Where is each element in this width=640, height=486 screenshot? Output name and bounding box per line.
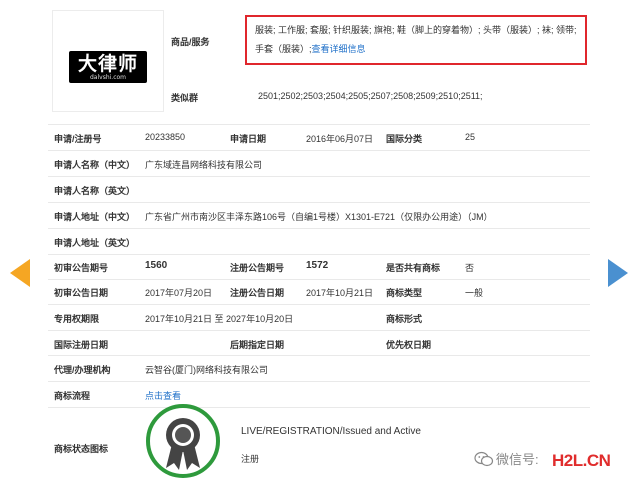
goods-label: 商品/服务 (171, 37, 210, 47)
agent-label: 代理/办理机构 (54, 365, 111, 375)
reg-pub-no-label: 注册公告期号 (230, 263, 285, 273)
intl-class-value: 25 (465, 132, 476, 142)
goods-services-box: 服装; 工作服; 套服; 针织服装; 旗袍; 鞋（脚上的穿着物）; 头带（服装）… (245, 15, 587, 65)
logo-main-text: 大律师 (77, 52, 138, 75)
next-arrow-icon[interactable] (608, 259, 628, 287)
divider (48, 150, 590, 151)
divider (48, 407, 590, 408)
divider (48, 124, 590, 125)
status-ring (146, 404, 220, 478)
divider (48, 330, 590, 331)
later-date-label: 后期指定日期 (230, 340, 285, 350)
app-date-label: 申请日期 (230, 134, 267, 144)
divider (48, 279, 590, 280)
logo-mark: 大律师 dalvshi.com (69, 51, 147, 83)
divider (48, 176, 590, 177)
status-text: LIVE/REGISTRATION/Issued and Active (241, 426, 421, 437)
shared-label: 是否共有商标 (386, 263, 441, 273)
reg-no-label: 申请/注册号 (54, 134, 102, 144)
status-icon-label: 商标状态图标 (54, 444, 109, 454)
divider (48, 228, 590, 229)
wechat-icon (474, 451, 494, 467)
reg-pub-date-label: 注册公告日期 (230, 288, 285, 298)
reg-no-value: 20233850 (145, 132, 186, 142)
prelim-no-value: 1560 (145, 260, 168, 271)
app-date-value: 2016年06月07日 (306, 134, 374, 144)
divider (48, 381, 590, 382)
tm-type-label: 商标类型 (386, 288, 423, 298)
watermark-text: 微信号: (496, 452, 539, 467)
divider (48, 355, 590, 356)
divider (48, 304, 590, 305)
status-sub-text: 注册 (241, 454, 260, 464)
tm-type-value: 一般 (465, 288, 484, 298)
address-en-label: 申请人地址（英文） (54, 238, 136, 248)
applicant-cn-value: 广东域连昌网络科技有限公司 (145, 160, 263, 170)
process-view-link[interactable]: 点击查看 (145, 389, 181, 402)
logo-sub-text: dalvshi.com (89, 73, 127, 81)
exclusive-label: 专用权期限 (54, 314, 100, 324)
applicant-cn-label: 申请人名称（中文） (54, 160, 136, 170)
award-badge-icon (166, 418, 200, 470)
intl-reg-date-label: 国际注册日期 (54, 340, 109, 350)
reg-pub-no-value: 1572 (306, 260, 329, 271)
priority-date-label: 优先权日期 (386, 340, 432, 350)
similar-group-label: 类似群 (171, 93, 199, 103)
intl-class-label: 国际分类 (386, 134, 423, 144)
address-cn-label: 申请人地址（中文） (54, 212, 136, 222)
exclusive-value: 2017年10月21日 至 2027年10月20日 (145, 314, 294, 324)
goods-detail-link[interactable]: 查看详细信息 (312, 44, 366, 54)
similar-group-value: 2501;2502;2503;2504;2505;2507;2508;2509;… (258, 91, 483, 101)
goods-text: 服装; 工作服; 套服; 针织服装; 旗袍; 鞋（脚上的穿着物）; 头带（服装）… (255, 25, 577, 54)
prev-arrow-icon[interactable] (10, 259, 30, 287)
trademark-logo-image: 大律师 dalvshi.com (52, 10, 164, 112)
watermark-brand: H2L.CN (552, 451, 611, 470)
prelim-date-label: 初审公告日期 (54, 288, 109, 298)
applicant-en-label: 申请人名称（英文） (54, 186, 136, 196)
divider (48, 202, 590, 203)
shared-value: 否 (465, 263, 475, 273)
agent-value: 云智谷(厦门)网络科技有限公司 (145, 365, 268, 375)
prelim-no-label: 初审公告期号 (54, 263, 109, 273)
process-label: 商标流程 (54, 391, 91, 401)
divider (48, 254, 590, 255)
address-cn-value: 广东省广州市南沙区丰泽东路106号（自编1号楼）X1301-E721（仅限办公用… (145, 212, 493, 222)
reg-pub-date-value: 2017年10月21日 (306, 288, 374, 298)
prelim-date-value: 2017年07月20日 (145, 288, 213, 298)
tm-form-label: 商标形式 (386, 314, 423, 324)
